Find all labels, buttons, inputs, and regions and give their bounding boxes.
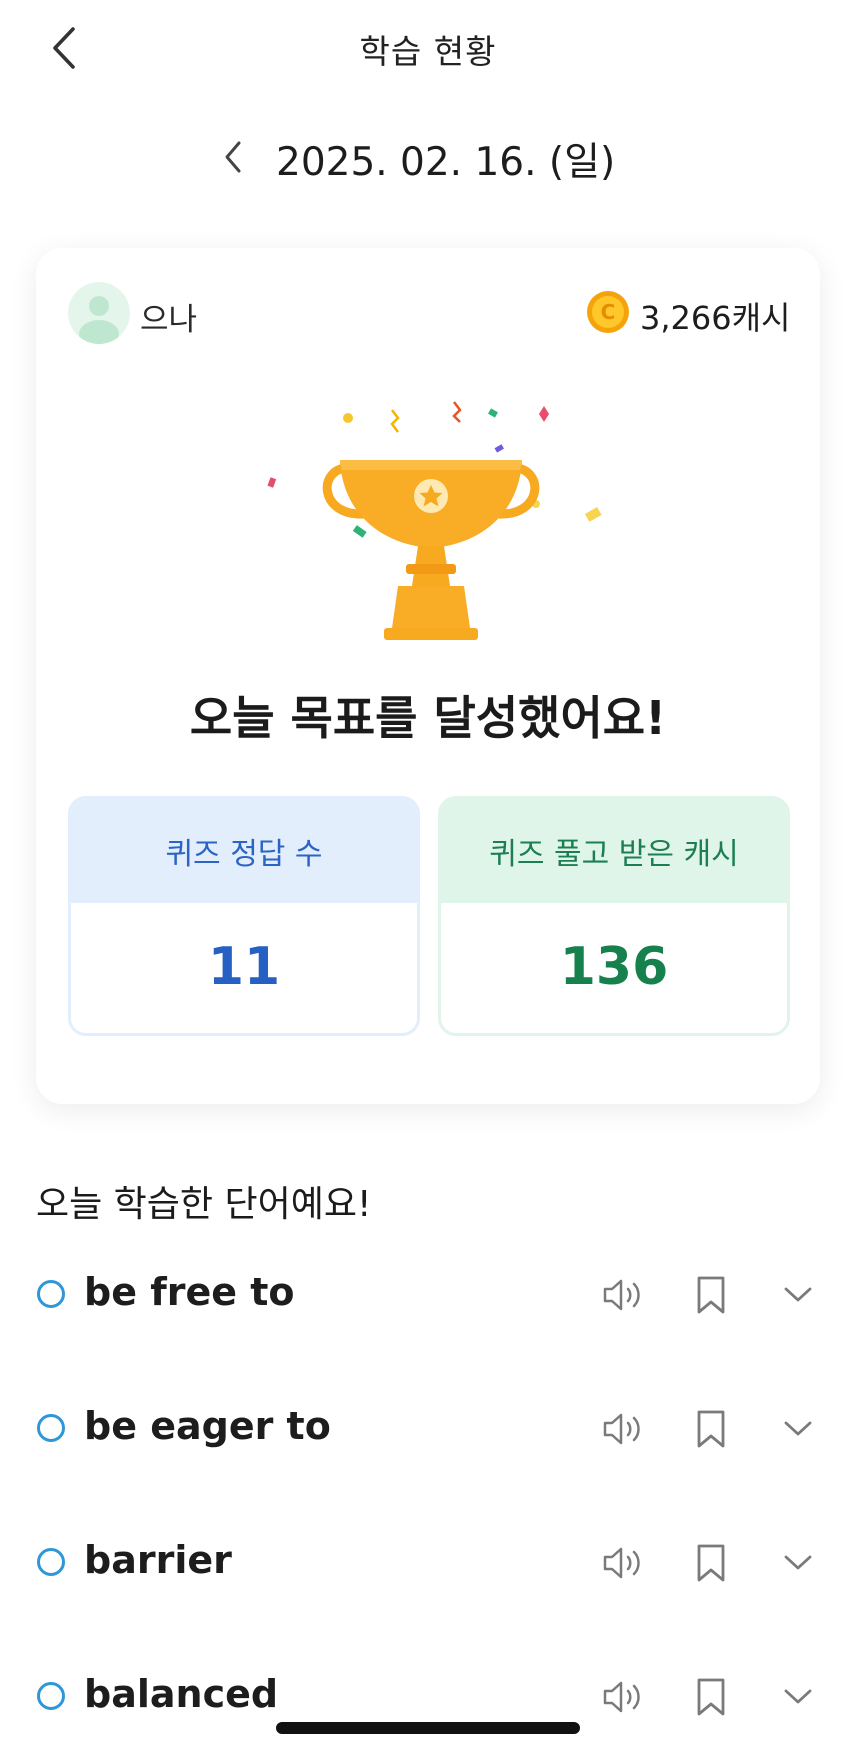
user-avatar-icon (79, 296, 119, 344)
list-item[interactable]: be eager to (0, 1384, 856, 1474)
speaker-button[interactable] (598, 1404, 648, 1454)
check-circle-icon[interactable] (37, 1414, 65, 1442)
avatar[interactable] (68, 282, 130, 344)
coin-icon: C (587, 291, 629, 333)
header: 학습 현황 (0, 0, 856, 100)
chevron-down-icon (784, 1287, 812, 1302)
stat-label: 퀴즈 풀고 받은 캐시 (441, 799, 787, 903)
date-label: 2025. 02. 16. (일) (276, 140, 616, 185)
word-text: be free to (84, 1270, 295, 1314)
stat-value: 136 (441, 903, 787, 1031)
achievement-card: 으나 C 3,266캐시 오늘 목표를 달성했어요! 퀴즈 정답 수 11 퀴즈… (36, 248, 820, 1104)
cash-balance: 3,266캐시 (640, 299, 791, 337)
check-circle-icon[interactable] (37, 1682, 65, 1710)
speaker-icon (603, 1413, 640, 1445)
stat-value: 11 (71, 903, 417, 1031)
goal-achieved-message: 오늘 목표를 달성했어요! (189, 691, 667, 745)
home-indicator[interactable] (276, 1722, 580, 1734)
date-selector: 2025. 02. 16. (일) (0, 120, 856, 192)
bookmark-button[interactable] (686, 1404, 736, 1454)
chevron-down-icon (784, 1689, 812, 1704)
speaker-icon (603, 1547, 640, 1579)
check-circle-icon[interactable] (37, 1548, 65, 1576)
stat-label: 퀴즈 정답 수 (71, 799, 417, 903)
word-text: be eager to (84, 1404, 331, 1448)
bookmark-icon (697, 1276, 725, 1314)
bookmark-icon (697, 1544, 725, 1582)
speaker-button[interactable] (598, 1538, 648, 1588)
speaker-icon (603, 1681, 640, 1713)
bookmark-icon (697, 1410, 725, 1448)
chevron-down-icon (784, 1421, 812, 1436)
bookmark-button[interactable] (686, 1672, 736, 1722)
previous-date-button[interactable] (208, 132, 258, 182)
svg-text:C: C (601, 300, 616, 324)
trophy-icon (267, 401, 602, 640)
page-title: 학습 현황 (359, 32, 497, 71)
word-text: balanced (84, 1672, 279, 1716)
bookmark-button[interactable] (686, 1270, 736, 1320)
chevron-down-icon (784, 1555, 812, 1570)
expand-button[interactable] (773, 1270, 823, 1320)
word-text: barrier (84, 1538, 232, 1582)
user-name: 으나 (140, 302, 198, 338)
quiz-cash-earned-box: 퀴즈 풀고 받은 캐시 136 (438, 796, 790, 1036)
check-circle-icon[interactable] (37, 1280, 65, 1308)
expand-button[interactable] (773, 1404, 823, 1454)
speaker-icon (603, 1279, 640, 1311)
expand-button[interactable] (773, 1672, 823, 1722)
list-item[interactable]: barrier (0, 1518, 856, 1608)
section-title: 오늘 학습한 단어예요! (36, 1184, 372, 1225)
bookmark-button[interactable] (686, 1538, 736, 1588)
list-item[interactable]: be free to (0, 1250, 856, 1340)
bookmark-icon (697, 1678, 725, 1716)
speaker-button[interactable] (598, 1672, 648, 1722)
speaker-button[interactable] (598, 1270, 648, 1320)
quiz-correct-count-box: 퀴즈 정답 수 11 (68, 796, 420, 1036)
expand-button[interactable] (773, 1538, 823, 1588)
chevron-left-icon (225, 141, 241, 173)
